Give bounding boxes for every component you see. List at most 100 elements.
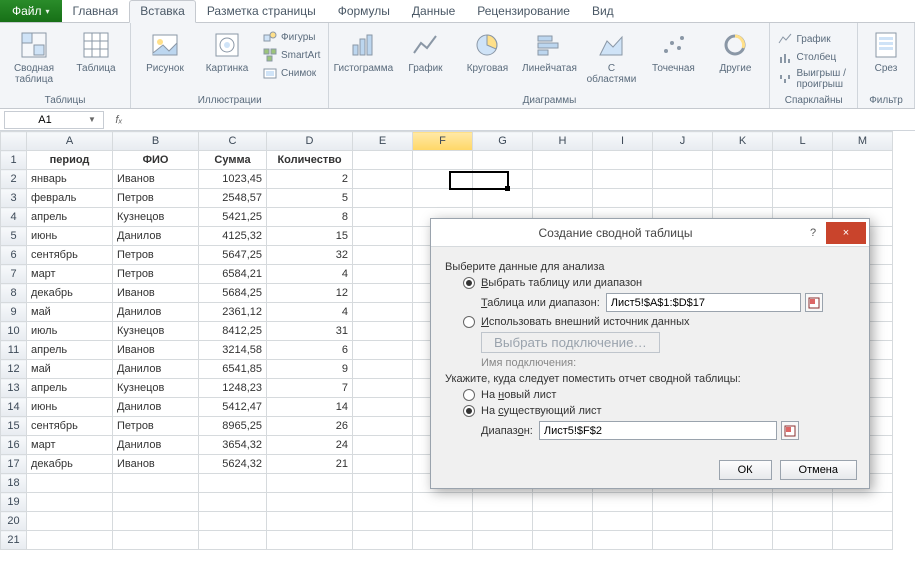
cell[interactable]: Кузнецов: [113, 208, 199, 227]
cell[interactable]: Данилов: [113, 303, 199, 322]
cell[interactable]: 21: [267, 455, 353, 474]
cell[interactable]: 8412,25: [199, 322, 267, 341]
radio-select-range[interactable]: [463, 277, 475, 289]
col-header-D[interactable]: D: [267, 132, 353, 151]
btn-pivot-table[interactable]: Сводная таблица: [6, 27, 62, 87]
row-header-16[interactable]: 16: [1, 436, 27, 455]
row-header-6[interactable]: 6: [1, 246, 27, 265]
row-header-17[interactable]: 17: [1, 455, 27, 474]
col-header-C[interactable]: C: [199, 132, 267, 151]
cell[interactable]: [653, 531, 713, 550]
cell[interactable]: [713, 531, 773, 550]
cell[interactable]: 7: [267, 379, 353, 398]
cell[interactable]: [833, 512, 893, 531]
cell[interactable]: [413, 493, 473, 512]
btn-slicer[interactable]: Срез: [864, 27, 908, 76]
cell[interactable]: [353, 512, 413, 531]
cell[interactable]: 3214,58: [199, 341, 267, 360]
btn-spark-column[interactable]: Столбец: [776, 49, 851, 65]
cell[interactable]: 15: [267, 227, 353, 246]
cell[interactable]: март: [27, 436, 113, 455]
cell[interactable]: 6: [267, 341, 353, 360]
row-header-5[interactable]: 5: [1, 227, 27, 246]
btn-smartart[interactable]: SmartArt: [261, 47, 322, 63]
formula-input[interactable]: [130, 111, 915, 129]
cell[interactable]: [267, 531, 353, 550]
col-header-A[interactable]: A: [27, 132, 113, 151]
cell[interactable]: [353, 189, 413, 208]
cell[interactable]: [473, 170, 533, 189]
cell[interactable]: [713, 151, 773, 170]
cell[interactable]: [533, 512, 593, 531]
cell[interactable]: [773, 170, 833, 189]
cell[interactable]: [653, 170, 713, 189]
input-location[interactable]: [539, 421, 777, 440]
cell[interactable]: [353, 303, 413, 322]
cell[interactable]: [533, 531, 593, 550]
cell[interactable]: [353, 246, 413, 265]
cell[interactable]: Кузнецов: [113, 379, 199, 398]
tab-insert[interactable]: Вставка: [129, 0, 196, 23]
cell[interactable]: [593, 531, 653, 550]
btn-spark-line[interactable]: График: [776, 31, 851, 47]
cell[interactable]: апрель: [27, 379, 113, 398]
cell[interactable]: июль: [27, 322, 113, 341]
cell[interactable]: [353, 151, 413, 170]
row-header-10[interactable]: 10: [1, 322, 27, 341]
cell[interactable]: Иванов: [113, 170, 199, 189]
col-header-L[interactable]: L: [773, 132, 833, 151]
cell[interactable]: [353, 398, 413, 417]
cell[interactable]: 8965,25: [199, 417, 267, 436]
tab-review[interactable]: Рецензирование: [466, 0, 581, 22]
cell[interactable]: [353, 360, 413, 379]
cell[interactable]: 31: [267, 322, 353, 341]
cell[interactable]: [413, 512, 473, 531]
cell[interactable]: 5421,25: [199, 208, 267, 227]
btn-spark-winloss[interactable]: Выигрыш / проигрыш: [776, 67, 851, 91]
cell[interactable]: май: [27, 303, 113, 322]
cell[interactable]: [353, 531, 413, 550]
cell[interactable]: [533, 493, 593, 512]
cell[interactable]: [833, 170, 893, 189]
cell[interactable]: декабрь: [27, 455, 113, 474]
cell[interactable]: [353, 379, 413, 398]
cell[interactable]: Данилов: [113, 227, 199, 246]
cell[interactable]: 9: [267, 360, 353, 379]
cell[interactable]: [199, 474, 267, 493]
cell[interactable]: Данилов: [113, 436, 199, 455]
cell[interactable]: [533, 151, 593, 170]
cell[interactable]: 32: [267, 246, 353, 265]
cell[interactable]: 1023,45: [199, 170, 267, 189]
tab-layout[interactable]: Разметка страницы: [196, 0, 327, 22]
cell[interactable]: [473, 151, 533, 170]
cell[interactable]: [773, 512, 833, 531]
btn-table[interactable]: Таблица: [68, 27, 124, 76]
cell[interactable]: Данилов: [113, 360, 199, 379]
cell[interactable]: июнь: [27, 227, 113, 246]
radio-new-sheet[interactable]: [463, 389, 475, 401]
cell[interactable]: [353, 436, 413, 455]
cell[interactable]: Данилов: [113, 398, 199, 417]
cell[interactable]: [653, 189, 713, 208]
cell[interactable]: [713, 170, 773, 189]
col-header-E[interactable]: E: [353, 132, 413, 151]
cell[interactable]: [27, 493, 113, 512]
row-header-15[interactable]: 15: [1, 417, 27, 436]
dialog-titlebar[interactable]: Создание сводной таблицы ? ×: [431, 219, 869, 247]
cell[interactable]: [267, 512, 353, 531]
fx-button[interactable]: [108, 114, 130, 126]
cell[interactable]: [27, 531, 113, 550]
cell[interactable]: [353, 170, 413, 189]
cell[interactable]: Петров: [113, 265, 199, 284]
cell[interactable]: 14: [267, 398, 353, 417]
row-header-18[interactable]: 18: [1, 474, 27, 493]
cell[interactable]: [773, 151, 833, 170]
cell[interactable]: июнь: [27, 398, 113, 417]
tab-data[interactable]: Данные: [401, 0, 466, 22]
tab-file[interactable]: Файл: [0, 0, 62, 22]
btn-chart-scatter[interactable]: Точечная: [645, 27, 701, 76]
btn-chart-pie[interactable]: Круговая: [459, 27, 515, 76]
row-header-12[interactable]: 12: [1, 360, 27, 379]
cell[interactable]: январь: [27, 170, 113, 189]
cell[interactable]: [533, 170, 593, 189]
